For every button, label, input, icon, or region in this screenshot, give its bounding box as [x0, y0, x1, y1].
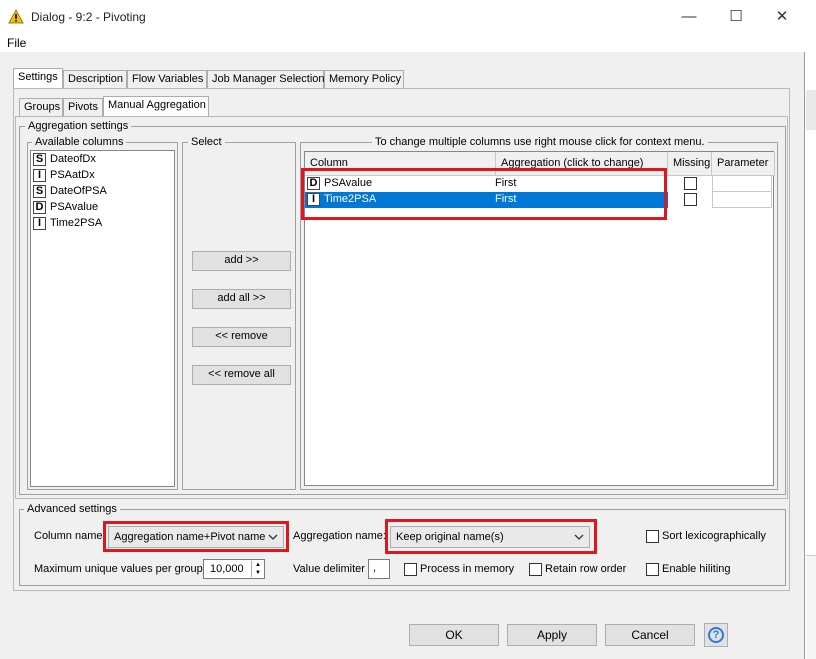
ok-button[interactable]: OK: [409, 624, 499, 646]
retain-row-order-label: Retain row order: [545, 563, 627, 575]
tab-groups[interactable]: Groups: [19, 98, 63, 117]
available-columns-legend: Available columns: [32, 136, 127, 148]
highlight-box-aggregation-name: [385, 519, 597, 554]
process-in-memory-checkbox[interactable]: [404, 563, 417, 576]
process-in-memory-label: Process in memory: [420, 563, 515, 575]
spinner-down-icon[interactable]: ▼: [251, 569, 264, 577]
column-header-parameter[interactable]: Parameter: [712, 152, 775, 176]
minimize-button[interactable]: —: [666, 6, 712, 30]
table-cell-parameter[interactable]: [712, 176, 772, 192]
aggregation-table-legend: To change multiple columns use right mou…: [372, 136, 708, 148]
retain-row-order-checkbox[interactable]: [529, 563, 542, 576]
list-item[interactable]: D PSAvalue: [32, 200, 173, 216]
add-button[interactable]: add >>: [192, 251, 291, 271]
list-item[interactable]: S DateOfPSA: [32, 184, 173, 200]
tab-manual-aggregation[interactable]: Manual Aggregation: [103, 96, 209, 117]
apply-button[interactable]: Apply: [507, 624, 597, 646]
warning-icon: [8, 9, 24, 24]
background-app-panel: [806, 555, 816, 659]
max-unique-values-value: 10,000: [210, 563, 244, 575]
sort-lexicographically-checkbox[interactable]: [646, 530, 659, 543]
tab-memory-policy[interactable]: Memory Policy: [324, 70, 404, 89]
maximize-button[interactable]: ☐: [713, 6, 759, 30]
list-item-label: PSAatDx: [50, 169, 95, 181]
max-unique-values-label: Maximum unique values per group: [34, 563, 203, 575]
available-columns-list[interactable]: S DateofDx I PSAatDx S DateOfPSA D PSAva…: [30, 150, 175, 487]
window-title: Dialog - 9:2 - Pivoting: [31, 10, 146, 24]
tab-description[interactable]: Description: [63, 70, 127, 89]
menu-bar: File: [0, 34, 805, 52]
aggregation-settings-legend: Aggregation settings: [25, 120, 132, 132]
tab-settings[interactable]: Settings: [13, 68, 63, 89]
table-cell-parameter[interactable]: [712, 192, 772, 208]
remove-button[interactable]: << remove: [192, 327, 291, 347]
enable-hiliting-label: Enable hiliting: [662, 563, 731, 575]
list-item[interactable]: S DateofDx: [32, 152, 173, 168]
background-app: [806, 0, 816, 659]
select-group: [182, 142, 296, 490]
enable-hiliting-checkbox[interactable]: [646, 563, 659, 576]
tab-flow-variables[interactable]: Flow Variables: [127, 70, 207, 89]
aggregation-name-label: Aggregation name:: [293, 530, 386, 542]
type-badge-integer: I: [33, 169, 46, 182]
sort-lexicographically-label: Sort lexicographically: [662, 530, 766, 542]
title-bar[interactable]: Dialog - 9:2 - Pivoting — ☐ ✕: [0, 0, 805, 34]
list-item[interactable]: I PSAatDx: [32, 168, 173, 184]
max-unique-values-spinner[interactable]: 10,000 ▲ ▼: [203, 559, 265, 579]
highlight-box-column-name: [103, 521, 289, 552]
menu-file[interactable]: File: [7, 36, 26, 50]
dialog-window: Dialog - 9:2 - Pivoting — ☐ ✕ File Setti…: [0, 0, 805, 659]
value-delimiter-value: ,: [373, 562, 377, 574]
help-icon: ?: [708, 627, 724, 643]
cancel-button[interactable]: Cancel: [605, 624, 695, 646]
list-item-label: DateOfPSA: [50, 185, 107, 197]
remove-all-button[interactable]: << remove all: [192, 365, 291, 385]
advanced-settings-legend: Advanced settings: [24, 503, 120, 515]
value-delimiter-label: Value delimiter: [293, 563, 365, 575]
highlight-box-table-rows: [301, 168, 667, 220]
spinner-up-icon[interactable]: ▲: [251, 561, 264, 569]
type-badge-string: S: [33, 185, 46, 198]
column-name-label: Column name:: [34, 530, 106, 542]
value-delimiter-input[interactable]: ,: [368, 559, 390, 579]
tab-pivots[interactable]: Pivots: [63, 98, 103, 117]
background-app-scrollbar: [806, 90, 816, 130]
list-item-label: Time2PSA: [50, 217, 103, 229]
column-header-missing[interactable]: Missing: [668, 152, 712, 176]
missing-checkbox[interactable]: [684, 193, 697, 206]
list-item-label: DateofDx: [50, 153, 96, 165]
help-button[interactable]: ?: [704, 623, 728, 647]
select-legend: Select: [188, 136, 225, 148]
add-all-button[interactable]: add all >>: [192, 289, 291, 309]
type-badge-string: S: [33, 153, 46, 166]
type-badge-double: D: [33, 201, 46, 214]
missing-checkbox[interactable]: [684, 177, 697, 190]
list-item[interactable]: I Time2PSA: [32, 216, 173, 232]
tab-job-manager-selection[interactable]: Job Manager Selection: [207, 70, 325, 89]
list-item-label: PSAvalue: [50, 201, 99, 213]
close-button[interactable]: ✕: [759, 6, 805, 30]
type-badge-integer: I: [33, 217, 46, 230]
